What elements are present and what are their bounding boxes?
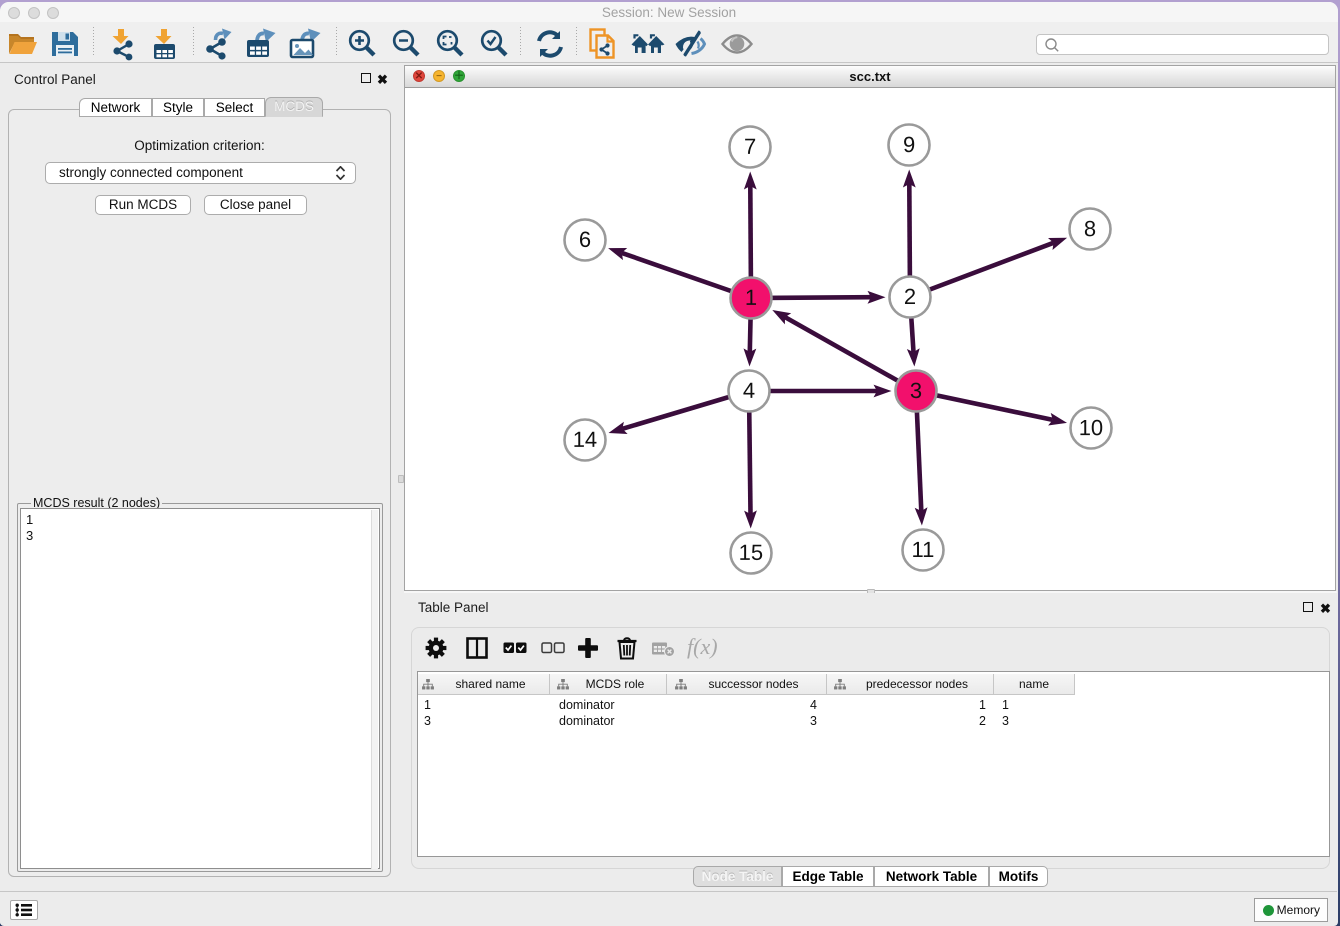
svg-text:8: 8 <box>1084 216 1096 241</box>
svg-text:9: 9 <box>903 132 915 157</box>
svg-text:15: 15 <box>739 540 763 565</box>
svg-text:6: 6 <box>579 227 591 252</box>
svg-text:11: 11 <box>911 537 934 562</box>
svg-text:3: 3 <box>910 378 922 403</box>
svg-text:14: 14 <box>573 427 597 452</box>
svg-text:4: 4 <box>743 378 755 403</box>
svg-text:1: 1 <box>745 285 757 310</box>
svg-text:2: 2 <box>904 284 916 309</box>
svg-text:10: 10 <box>1079 415 1103 440</box>
svg-text:7: 7 <box>744 134 756 159</box>
